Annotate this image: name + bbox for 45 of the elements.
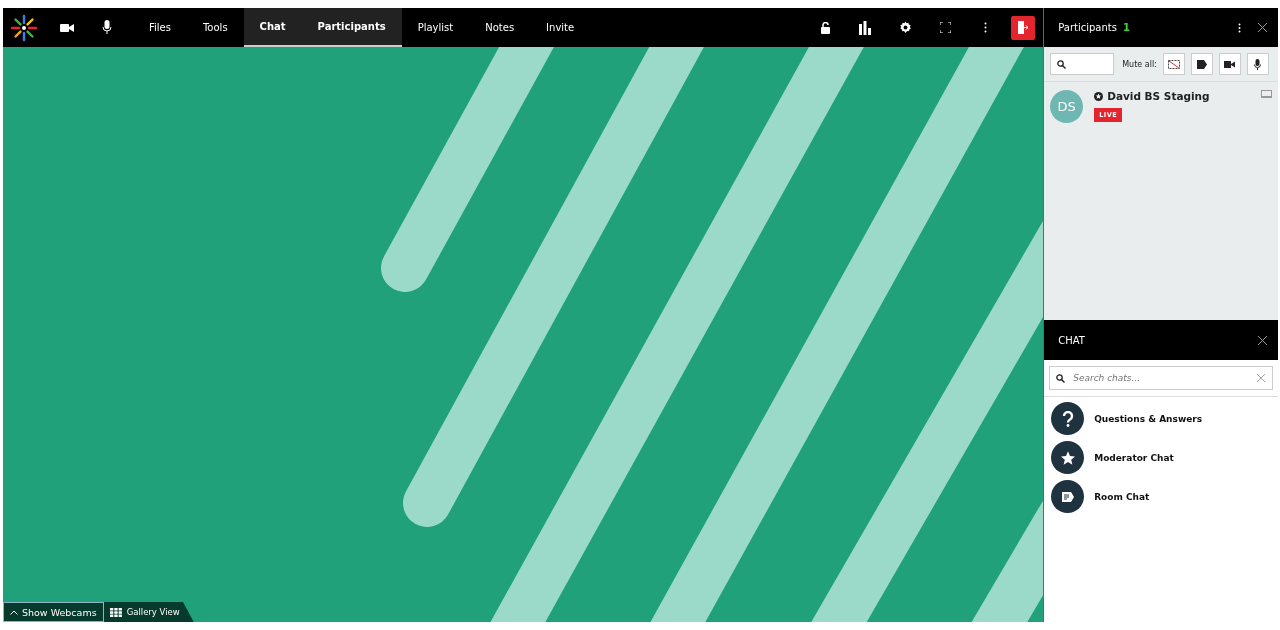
camera-icon	[1224, 60, 1236, 68]
panel-title: Participants	[1058, 22, 1117, 33]
nav-tab[interactable]: Participants	[301, 8, 402, 47]
microphone-icon	[102, 20, 112, 35]
caret-up-icon	[10, 609, 18, 615]
search-field[interactable]	[1050, 53, 1115, 75]
screen-mute-button[interactable]	[1162, 53, 1185, 75]
screen-off-icon	[1167, 59, 1180, 69]
more-icon	[983, 22, 987, 33]
nav-tab[interactable]: Chat	[243, 8, 302, 47]
chat-search-field[interactable]: Search chats...	[1049, 366, 1273, 390]
star-badge-icon	[1094, 91, 1104, 101]
chat-title: CHAT	[1058, 334, 1085, 346]
search-icon	[1056, 373, 1066, 383]
mute-all-label: Mute all:	[1122, 59, 1157, 69]
search-icon	[1057, 59, 1067, 69]
bar-chart-icon	[858, 20, 872, 35]
screen-icon	[1261, 90, 1272, 98]
note-mute-button[interactable]	[1190, 53, 1213, 75]
question-mark-icon	[1061, 410, 1074, 427]
chat-room-item[interactable]: Questions & Answers	[1044, 399, 1278, 438]
show-webcams-button[interactable]: Show Webcams	[3, 602, 104, 622]
exit-door-icon	[1018, 21, 1029, 34]
fullscreen-icon	[939, 22, 951, 33]
microphone-mute-button[interactable]	[1246, 53, 1269, 75]
camera-icon	[60, 22, 74, 33]
star-icon	[1059, 449, 1076, 466]
chat-room-item[interactable]: Room Chat	[1044, 477, 1278, 516]
lock-icon	[820, 21, 830, 34]
more-icon[interactable]	[1238, 22, 1241, 33]
close-icon[interactable]	[1257, 22, 1268, 33]
chat-room-item[interactable]: Moderator Chat	[1044, 438, 1278, 477]
note-icon	[1196, 59, 1207, 69]
microphone-icon	[1254, 58, 1262, 70]
close-icon[interactable]	[1257, 334, 1268, 346]
camera-mute-button[interactable]	[1218, 53, 1241, 75]
message-icon	[1060, 490, 1075, 503]
participant-name: David BS Staging	[1107, 90, 1210, 102]
logo-icon	[9, 12, 39, 43]
gallery-view-button[interactable]: Gallery View	[103, 602, 194, 622]
avatar: DS	[1050, 90, 1084, 123]
settings-icon	[898, 21, 912, 34]
leave-button[interactable]	[1011, 15, 1036, 40]
participant-count: 1	[1122, 22, 1130, 33]
grid-icon	[109, 607, 122, 617]
